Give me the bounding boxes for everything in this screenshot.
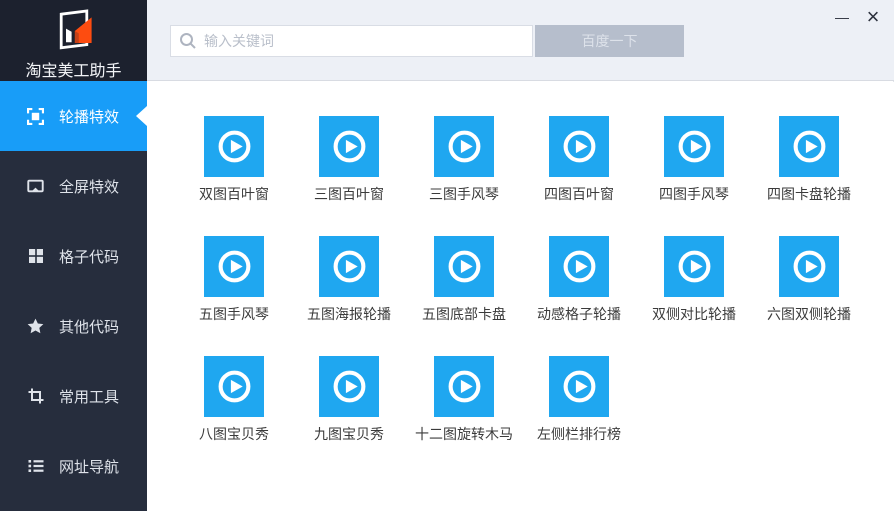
effect-label: 八图宝贝秀 <box>199 426 269 442</box>
play-icon <box>216 248 253 285</box>
effect-tile[interactable] <box>779 236 839 297</box>
effect-tile[interactable] <box>434 116 494 177</box>
effect-label: 五图手风琴 <box>199 306 269 322</box>
effect-label: 四图百叶窗 <box>544 186 614 202</box>
play-icon <box>446 128 483 165</box>
effect-item: 三图百叶窗 <box>314 116 384 204</box>
play-icon <box>331 128 368 165</box>
play-icon <box>331 248 368 285</box>
star-icon <box>27 318 44 335</box>
effect-tile[interactable] <box>204 236 264 297</box>
effect-item: 动感格子轮播 <box>537 236 621 324</box>
effect-tile[interactable] <box>319 236 379 297</box>
effect-label: 四图卡盘轮播 <box>767 186 851 202</box>
play-icon <box>561 248 598 285</box>
sidebar-item-label: 网址导航 <box>59 458 120 476</box>
effect-tile[interactable] <box>779 116 839 177</box>
sidebar-item-fullscreen-effects[interactable]: 全屏特效 <box>0 151 147 221</box>
sidebar-item-label: 常用工具 <box>59 388 120 406</box>
play-icon <box>446 248 483 285</box>
sidebar-menu: 轮播特效 全屏特效 格子代码 其他代码 常用工具 网址导航 <box>0 81 147 501</box>
window-controls: — × <box>832 4 884 30</box>
play-icon <box>676 248 713 285</box>
effect-item: 左侧栏排行榜 <box>537 356 621 444</box>
effect-item: 五图底部卡盘 <box>422 236 506 324</box>
effect-label: 双图百叶窗 <box>199 186 269 202</box>
effect-item: 三图手风琴 <box>429 116 499 204</box>
effect-label: 动感格子轮播 <box>537 306 621 322</box>
sidebar-item-label: 其他代码 <box>59 318 120 336</box>
main-area: 百度一下 — × 双图百叶窗 <box>147 0 894 511</box>
play-icon <box>561 368 598 405</box>
play-icon <box>561 128 598 165</box>
app-title: 淘宝美工助手 <box>25 63 122 80</box>
effect-tile[interactable] <box>434 236 494 297</box>
effect-label: 左侧栏排行榜 <box>537 426 621 442</box>
play-icon <box>216 128 253 165</box>
effect-tile[interactable] <box>319 356 379 417</box>
play-icon <box>791 248 828 285</box>
content-area: 双图百叶窗 三图百叶窗 三图手风琴 四图百叶窗 四图手风琴 四图卡盘轮播 五图手… <box>147 82 894 511</box>
effect-label: 四图手风琴 <box>659 186 729 202</box>
play-icon <box>676 128 713 165</box>
crop-icon <box>27 388 44 405</box>
sidebar-item-grid-code[interactable]: 格子代码 <box>0 221 147 291</box>
nav-list-icon <box>27 458 44 475</box>
carousel-icon <box>27 107 44 125</box>
effect-item: 四图百叶窗 <box>544 116 614 204</box>
effect-item: 十二图旋转木马 <box>415 356 513 444</box>
effect-item: 九图宝贝秀 <box>314 356 384 444</box>
effect-label: 双侧对比轮播 <box>652 306 736 322</box>
sidebar-item-url-navigation[interactable]: 网址导航 <box>0 431 147 501</box>
effect-label: 十二图旋转木马 <box>415 426 513 442</box>
effect-tile[interactable] <box>549 116 609 177</box>
effects-grid: 双图百叶窗 三图百叶窗 三图手风琴 四图百叶窗 四图手风琴 四图卡盘轮播 五图手… <box>199 116 851 444</box>
effect-item: 五图手风琴 <box>199 236 269 324</box>
effect-item: 八图宝贝秀 <box>199 356 269 444</box>
effect-tile[interactable] <box>664 116 724 177</box>
sidebar-item-label: 格子代码 <box>59 248 120 266</box>
search-icon <box>179 32 197 50</box>
app-window: 淘宝美工助手 轮播特效 全屏特效 格子代码 其他代码 常用工具 网址导航 输入关… <box>0 0 894 511</box>
effect-label: 五图海报轮播 <box>307 306 391 322</box>
effect-label: 六图双侧轮播 <box>767 306 851 322</box>
sidebar-item-label: 全屏特效 <box>59 178 120 196</box>
effect-tile[interactable] <box>204 356 264 417</box>
effect-tile[interactable] <box>664 236 724 297</box>
sidebar: 淘宝美工助手 轮播特效 全屏特效 格子代码 其他代码 常用工具 网址导航 <box>0 0 147 511</box>
sidebar-item-carousel-effects[interactable]: 轮播特效 <box>0 81 147 151</box>
effect-label: 三图手风琴 <box>429 186 499 202</box>
app-header: 淘宝美工助手 <box>0 0 147 81</box>
topbar: 百度一下 — × <box>147 0 894 81</box>
effect-item: 四图卡盘轮播 <box>767 116 851 204</box>
sidebar-item-label: 轮播特效 <box>59 108 120 126</box>
search-box <box>170 25 533 57</box>
close-button[interactable]: × <box>862 4 884 30</box>
play-icon <box>791 128 828 165</box>
effect-label: 五图底部卡盘 <box>422 306 506 322</box>
effect-item: 四图手风琴 <box>659 116 729 204</box>
effect-tile[interactable] <box>549 356 609 417</box>
baidu-search-button[interactable]: 百度一下 <box>535 25 684 57</box>
effect-item: 双侧对比轮播 <box>652 236 736 324</box>
effect-tile[interactable] <box>549 236 609 297</box>
play-icon <box>216 368 253 405</box>
effect-item: 六图双侧轮播 <box>767 236 851 324</box>
play-icon <box>446 368 483 405</box>
effect-tile[interactable] <box>434 356 494 417</box>
fullscreen-icon <box>27 178 44 195</box>
effect-label: 三图百叶窗 <box>314 186 384 202</box>
effect-label: 九图宝贝秀 <box>314 426 384 442</box>
effect-item: 五图海报轮播 <box>307 236 391 324</box>
search-input[interactable] <box>204 33 524 49</box>
effect-item: 双图百叶窗 <box>199 116 269 204</box>
grid-icon <box>27 248 44 265</box>
effect-tile[interactable] <box>319 116 379 177</box>
play-icon <box>331 368 368 405</box>
sidebar-item-other-code[interactable]: 其他代码 <box>0 291 147 361</box>
effect-tile[interactable] <box>204 116 264 177</box>
sidebar-item-common-tools[interactable]: 常用工具 <box>0 361 147 431</box>
minimize-button[interactable]: — <box>832 4 852 30</box>
app-logo-icon <box>59 9 92 50</box>
